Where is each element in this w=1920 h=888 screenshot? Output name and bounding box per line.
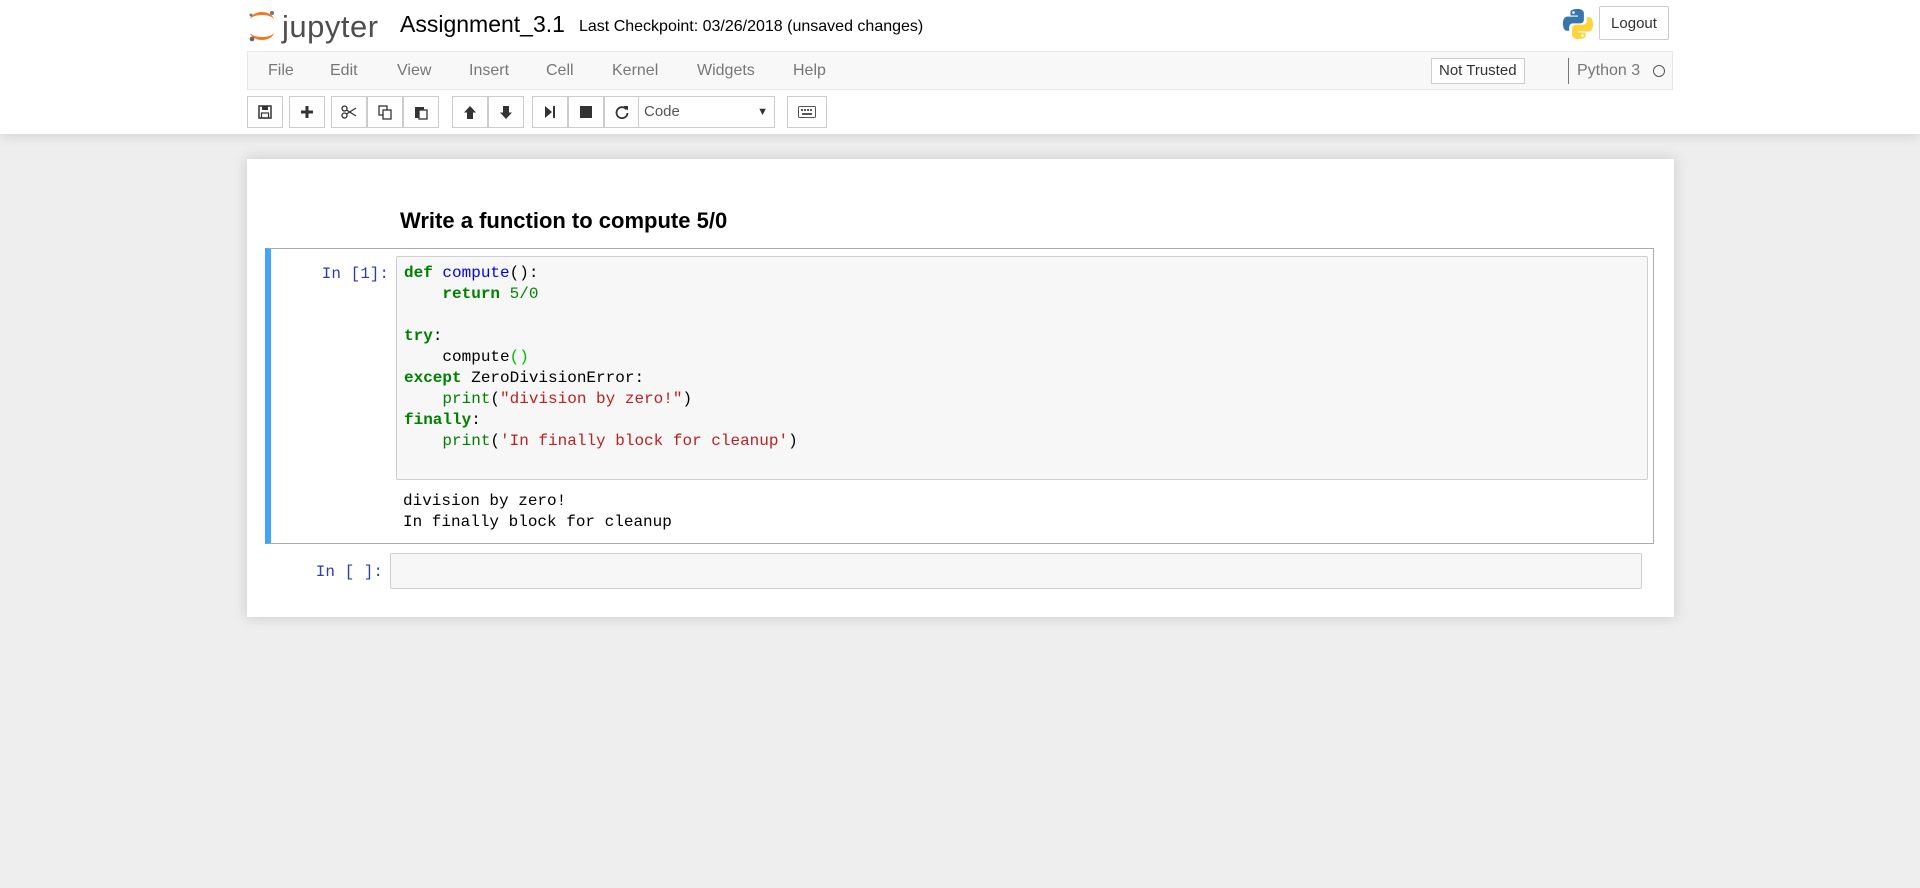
paste-icon bbox=[415, 106, 428, 120]
code-token: "division by zero!" bbox=[500, 390, 683, 408]
interrupt-button[interactable] bbox=[568, 96, 604, 128]
cut-button[interactable] bbox=[331, 96, 367, 128]
code-token: 0 bbox=[528, 285, 539, 303]
input-prompt: In [ ]: bbox=[315, 563, 383, 581]
arrow-up-icon bbox=[464, 105, 476, 119]
code-cell-selected[interactable]: In [1]: def compute(): return 5/0 try: c… bbox=[265, 248, 1654, 544]
code-cell-empty[interactable]: In [ ]: bbox=[265, 551, 1654, 591]
code-token: / bbox=[519, 285, 529, 303]
cell-type-select[interactable]: Code ▼ bbox=[638, 96, 775, 128]
menu-edit[interactable]: Edit bbox=[330, 62, 358, 80]
menu-kernel[interactable]: Kernel bbox=[612, 62, 658, 80]
plus-icon bbox=[301, 106, 313, 118]
header-row: jupyter Assignment_3.1 Last Checkpoint: … bbox=[247, 0, 1673, 50]
code-token: except bbox=[404, 369, 462, 387]
kernel-name: Python 3 bbox=[1577, 62, 1641, 79]
menu-view[interactable]: View bbox=[397, 62, 431, 80]
code-token: compute bbox=[442, 264, 510, 282]
input-prompt: In [1]: bbox=[321, 265, 389, 283]
markdown-heading[interactable]: Write a function to compute 5/0 bbox=[400, 208, 727, 234]
menu-help[interactable]: Help bbox=[793, 62, 826, 80]
run-button[interactable] bbox=[532, 96, 568, 128]
cell-output: division by zero! In finally block for c… bbox=[403, 492, 672, 531]
cell-type-value: Code bbox=[644, 103, 680, 120]
code-editor[interactable]: def compute(): return 5/0 try: compute()… bbox=[396, 256, 1648, 480]
cut-icon bbox=[341, 105, 357, 119]
save-icon bbox=[258, 105, 272, 119]
code-editor[interactable] bbox=[390, 553, 1642, 589]
code-token: 5 bbox=[509, 285, 520, 303]
logout-button[interactable]: Logout bbox=[1599, 6, 1669, 40]
move-down-button[interactable] bbox=[488, 96, 524, 128]
code-token: 'In finally block for cleanup' bbox=[500, 432, 789, 450]
chevron-down-icon: ▼ bbox=[757, 106, 768, 118]
python-logo-icon bbox=[1563, 9, 1593, 39]
insert-cell-button[interactable] bbox=[289, 96, 325, 128]
code-token: def bbox=[404, 264, 433, 282]
restart-icon bbox=[615, 106, 629, 119]
run-icon bbox=[545, 106, 555, 118]
save-button[interactable] bbox=[247, 96, 283, 128]
trust-status-button[interactable]: Not Trusted bbox=[1431, 58, 1525, 84]
copy-icon bbox=[378, 104, 392, 120]
notebook-container: Write a function to compute 5/0 In [1]: … bbox=[247, 159, 1674, 617]
paste-button[interactable] bbox=[403, 96, 439, 128]
stop-icon bbox=[580, 106, 592, 118]
restart-button[interactable] bbox=[604, 96, 640, 128]
jupyter-logo-icon bbox=[249, 11, 274, 42]
header: jupyter Assignment_3.1 Last Checkpoint: … bbox=[0, 0, 1920, 134]
notebook-name[interactable]: Assignment_3.1 bbox=[400, 11, 565, 38]
command-palette-button[interactable] bbox=[787, 96, 827, 128]
menu-insert[interactable]: Insert bbox=[469, 62, 509, 80]
code-token: () bbox=[509, 348, 529, 366]
menu-file[interactable]: File bbox=[268, 62, 294, 80]
code-content: def compute(): return 5/0 try: compute()… bbox=[404, 264, 798, 450]
code-token: return bbox=[442, 285, 501, 303]
logo-text: jupyter bbox=[282, 9, 379, 44]
kernel-divider bbox=[1568, 58, 1569, 84]
arrow-down-icon bbox=[500, 105, 512, 119]
code-token: print bbox=[442, 432, 491, 450]
menu-cell[interactable]: Cell bbox=[546, 62, 574, 80]
copy-button[interactable] bbox=[367, 96, 403, 128]
keyboard-icon bbox=[798, 106, 816, 118]
code-token: print bbox=[442, 390, 491, 408]
code-token: try bbox=[404, 327, 433, 345]
menubar: File Edit View Insert Cell Kernel Widget… bbox=[247, 51, 1673, 90]
toolbar: Code ▼ bbox=[247, 96, 1673, 130]
menu-widgets[interactable]: Widgets bbox=[697, 62, 755, 80]
checkpoint-status: Last Checkpoint: 03/26/2018 (unsaved cha… bbox=[579, 18, 924, 35]
jupyter-logo[interactable]: jupyter bbox=[247, 6, 387, 46]
kernel-idle-icon bbox=[1653, 65, 1665, 77]
code-token: finally bbox=[404, 411, 472, 429]
move-up-button[interactable] bbox=[452, 96, 488, 128]
